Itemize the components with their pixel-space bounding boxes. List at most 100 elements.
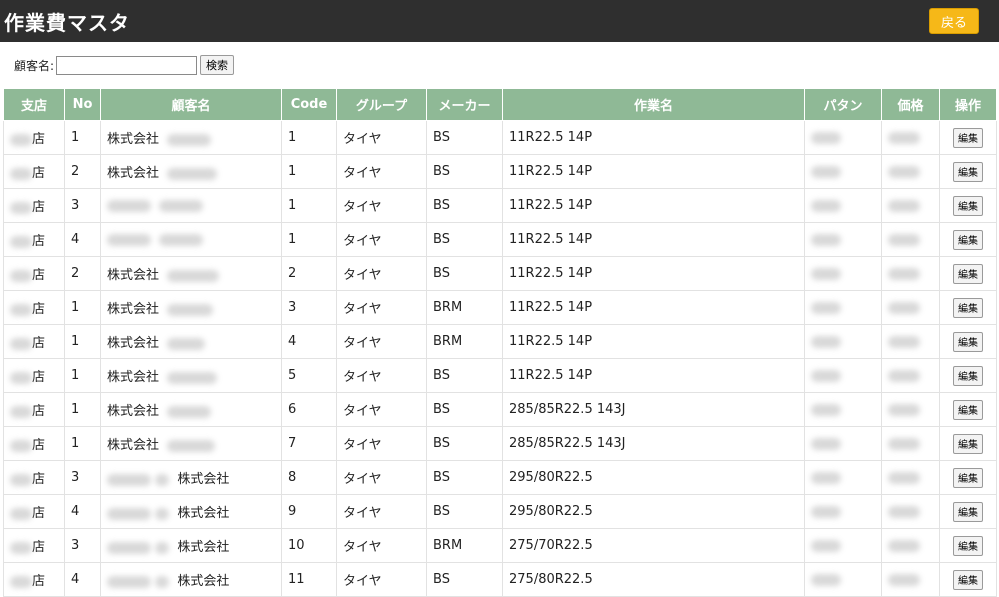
branch-cell: 店 xyxy=(3,188,65,223)
action-cell: 編集 xyxy=(939,426,997,461)
redacted-pattern xyxy=(811,301,841,314)
action-cell: 編集 xyxy=(939,290,997,325)
redacted-customer-name xyxy=(167,133,212,146)
maker-cell: BS xyxy=(426,222,503,257)
branch-suffix: 店 xyxy=(32,574,46,589)
redacted-customer-name xyxy=(167,405,212,418)
edit-button[interactable]: 編集 xyxy=(953,501,983,522)
edit-button[interactable]: 編集 xyxy=(953,297,983,318)
edit-button[interactable]: 編集 xyxy=(953,433,983,454)
action-cell: 編集 xyxy=(939,120,997,155)
column-header-no: No xyxy=(64,88,101,121)
pattern-cell xyxy=(804,358,882,393)
branch-suffix: 店 xyxy=(32,506,46,521)
column-header-pattern: パタン xyxy=(804,88,882,121)
redacted-customer-name xyxy=(167,371,218,384)
customer-cell: 株式会社 xyxy=(100,426,282,461)
column-header-branch: 支店 xyxy=(3,88,65,121)
work-name-cell: 295/80R22.5 xyxy=(502,494,805,529)
no-cell: 3 xyxy=(64,188,101,223)
search-button[interactable]: 検索 xyxy=(200,55,235,75)
action-cell: 編集 xyxy=(939,528,997,563)
table-row: 店 1 株式会社 3 タイヤ BRM 11R22.5 14P 編集 xyxy=(3,290,997,325)
maker-cell: BS xyxy=(426,188,503,223)
edit-button[interactable]: 編集 xyxy=(953,399,983,420)
customer-cell: 株式会社 xyxy=(100,358,282,393)
edit-button[interactable]: 編集 xyxy=(953,229,983,250)
redacted-customer-name xyxy=(155,575,170,588)
no-cell: 4 xyxy=(64,562,101,597)
group-cell: タイヤ xyxy=(336,494,427,529)
code-cell: 6 xyxy=(281,392,337,427)
code-cell: 3 xyxy=(281,290,337,325)
work-name-cell: 11R22.5 14P xyxy=(502,290,805,325)
customer-name-text: 株式会社 xyxy=(177,472,230,487)
code-cell: 8 xyxy=(281,460,337,495)
customer-cell: 株式会社 xyxy=(100,290,282,325)
pattern-cell xyxy=(804,562,882,597)
group-cell: タイヤ xyxy=(336,188,427,223)
table-row: 店 1 株式会社 7 タイヤ BS 285/85R22.5 143J 編集 xyxy=(3,426,997,461)
customer-cell: 株式会社 xyxy=(100,154,282,189)
redacted-pattern xyxy=(811,539,841,552)
maker-cell: BS xyxy=(426,154,503,189)
redacted-pattern xyxy=(811,233,841,246)
redacted-pattern xyxy=(811,437,841,450)
branch-suffix: 店 xyxy=(32,472,46,487)
action-cell: 編集 xyxy=(939,460,997,495)
code-cell: 1 xyxy=(281,120,337,155)
edit-button[interactable]: 編集 xyxy=(953,195,983,216)
customer-cell: 株式会社 xyxy=(100,392,282,427)
customer-name-text: 株式会社 xyxy=(107,166,160,181)
work-fee-table: 支店 No 顧客名 Code グループ メーカー 作業名 パタン 価格 操作 店 1 株式会社 1 タイヤ… xyxy=(3,88,997,597)
customer-name-text: 株式会社 xyxy=(107,336,160,351)
branch-cell: 店 xyxy=(3,460,65,495)
column-header-maker: メーカー xyxy=(426,88,503,121)
edit-button[interactable]: 編集 xyxy=(953,365,983,386)
edit-button[interactable]: 編集 xyxy=(953,127,983,148)
branch-cell: 店 xyxy=(3,494,65,529)
no-cell: 1 xyxy=(64,120,101,155)
redacted-pattern xyxy=(811,505,841,518)
edit-button[interactable]: 編集 xyxy=(953,535,983,556)
edit-button[interactable]: 編集 xyxy=(953,467,983,488)
work-name-cell: 11R22.5 14P xyxy=(502,358,805,393)
table-row: 店 4 1 タイヤ BS 11R22.5 14P 編集 xyxy=(3,222,997,257)
pattern-cell xyxy=(804,256,882,291)
customer-name-input[interactable] xyxy=(56,55,198,75)
redacted-price xyxy=(888,165,920,178)
redacted-customer-name xyxy=(167,439,216,452)
branch-cell: 店 xyxy=(3,562,65,597)
branch-suffix: 店 xyxy=(32,336,46,351)
pattern-cell xyxy=(804,324,882,359)
code-cell: 5 xyxy=(281,358,337,393)
no-cell: 4 xyxy=(64,222,101,257)
edit-button[interactable]: 編集 xyxy=(953,161,983,182)
branch-cell: 店 xyxy=(3,120,65,155)
branch-cell: 店 xyxy=(3,256,65,291)
redacted-customer-name xyxy=(155,473,170,486)
action-cell: 編集 xyxy=(939,154,997,189)
back-button[interactable]: 戻る xyxy=(929,8,979,34)
redacted-pattern xyxy=(811,573,841,586)
table-row: 店 4 株式会社 11 タイヤ BS 275/80R22.5 編集 xyxy=(3,562,997,597)
redacted-branch-name xyxy=(10,473,32,486)
redacted-customer-name xyxy=(159,233,204,246)
edit-button[interactable]: 編集 xyxy=(953,263,983,284)
redacted-price xyxy=(888,267,920,280)
group-cell: タイヤ xyxy=(336,528,427,563)
customer-name-text: 株式会社 xyxy=(177,506,230,521)
pattern-cell xyxy=(804,426,882,461)
no-cell: 2 xyxy=(64,256,101,291)
branch-suffix: 店 xyxy=(32,268,46,283)
price-cell xyxy=(881,324,940,359)
edit-button[interactable]: 編集 xyxy=(953,569,983,590)
redacted-branch-name xyxy=(10,201,32,214)
work-name-cell: 275/80R22.5 xyxy=(502,562,805,597)
table-row: 店 3 1 タイヤ BS 11R22.5 14P 編集 xyxy=(3,188,997,223)
work-name-cell: 11R22.5 14P xyxy=(502,222,805,257)
redacted-pattern xyxy=(811,267,841,280)
action-cell: 編集 xyxy=(939,562,997,597)
customer-cell: 株式会社 xyxy=(100,562,282,597)
edit-button[interactable]: 編集 xyxy=(953,331,983,352)
